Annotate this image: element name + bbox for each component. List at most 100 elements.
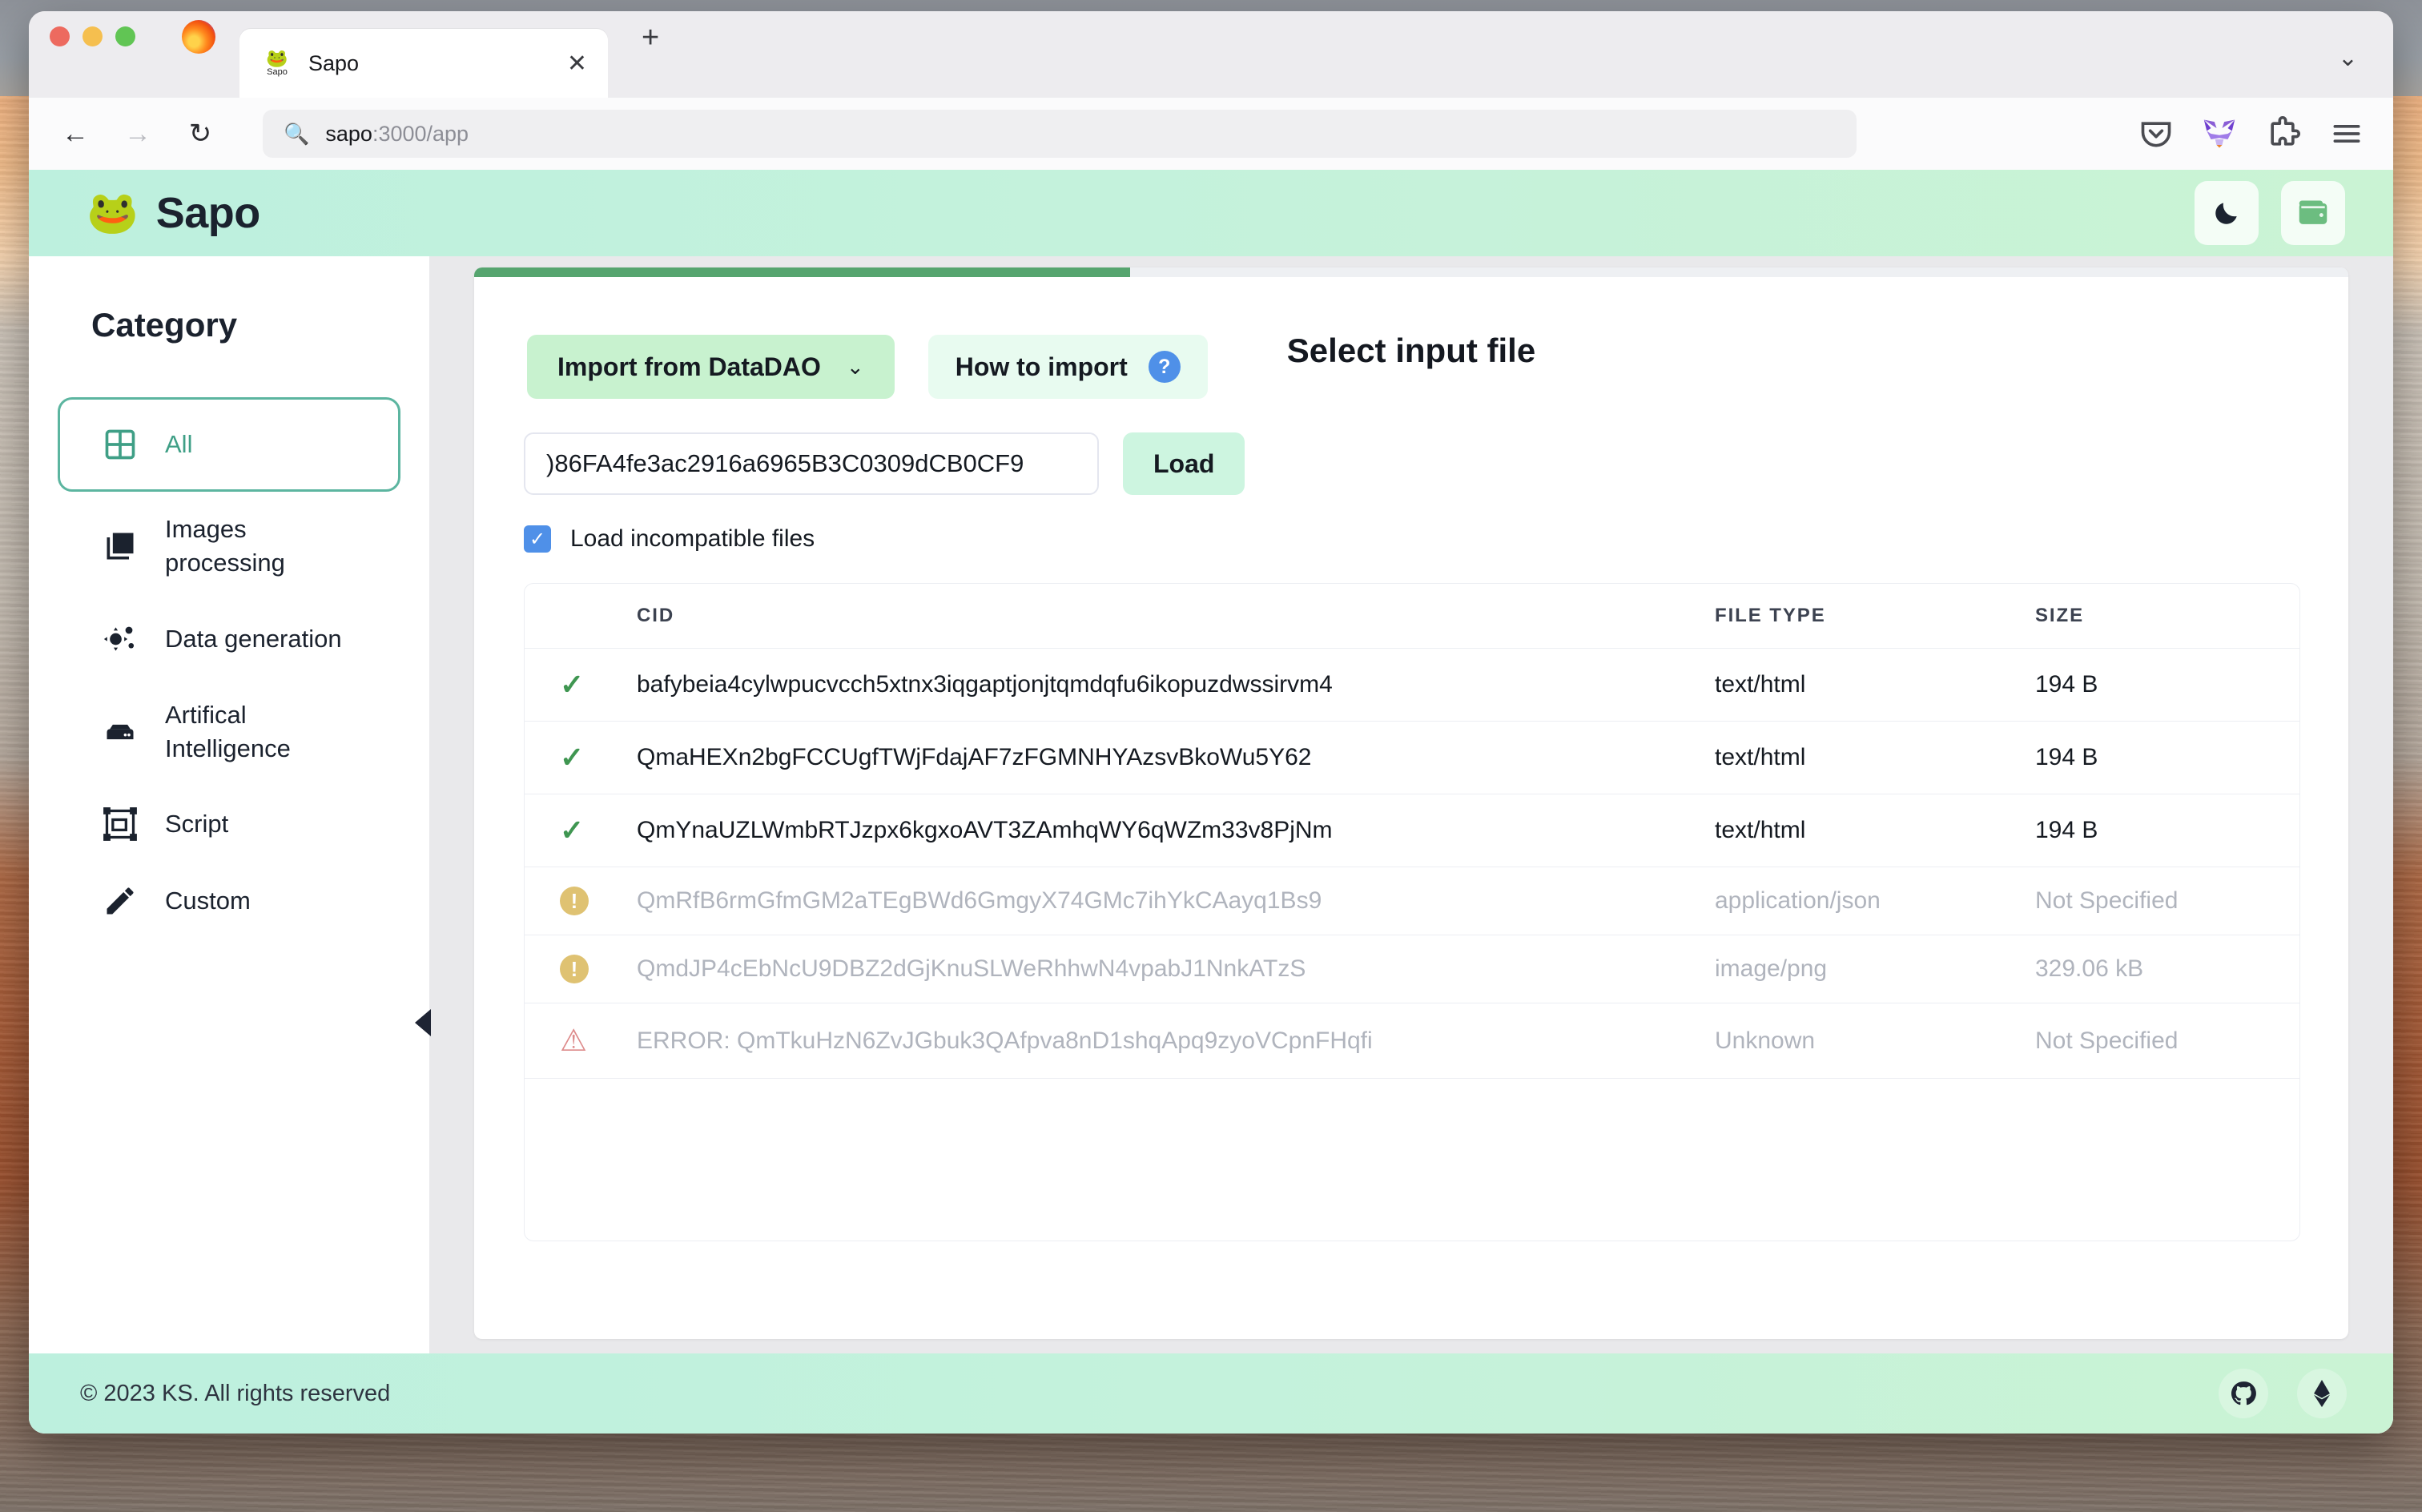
github-link[interactable] [2219,1369,2268,1418]
header-actions [2195,181,2345,245]
address-bar[interactable]: 🔍 sapo:3000/app [263,110,1857,158]
firefox-icon [182,20,215,54]
pencil-icon [103,883,138,919]
browser-tab[interactable]: 🐸 Sapo Sapo ✕ [239,29,608,98]
files-table-head: CID FILE TYPE SIZE [525,584,2299,649]
sidebar-item-custom[interactable]: Custom [58,863,400,939]
table-row[interactable]: ✓ QmaHEXn2bgFCCUgfTWjFdajAF7zFGMNHYAzsvBk… [525,721,2299,794]
maximize-window-button[interactable] [115,26,135,46]
input-file-card: Select input file Import from DataDAO ⌄ … [474,267,2348,1339]
back-icon[interactable]: ← [58,119,93,150]
browser-window: 🐸 Sapo Sapo ✕ + ⌄ ← → ↻ 🔍 sapo:3000/app [29,11,2393,1434]
status-cell: ! [525,935,637,1003]
moon-icon [2215,203,2237,224]
size-cell: 194 B [2035,794,2299,867]
gears-icon [103,621,138,657]
check-icon: ✓ [560,741,585,774]
favicon-label: Sapo [267,67,288,77]
column-status [525,584,637,649]
column-file-type: FILE TYPE [1715,584,2035,649]
app-brand[interactable]: 🐸 Sapo [86,188,260,238]
warning-icon: ! [560,887,589,915]
sidebar: Category All Images processing Data gene… [29,256,431,1353]
sidebar-item-all[interactable]: All [58,397,400,492]
size-cell: Not Specified [2035,867,2299,935]
url-host: sapo [325,121,372,146]
sidebar-item-label: Artifical Intelligence [165,700,291,762]
table-header-row: CID FILE TYPE SIZE [525,584,2299,649]
size-cell: 329.06 kB [2035,935,2299,1003]
server-icon [103,714,138,750]
import-from-datadao-button[interactable]: Import from DataDAO ⌄ [527,335,895,399]
file-type-cell: Unknown [1715,1003,2035,1079]
window-traffic-lights [50,11,135,98]
cid-cell: QmYnaUZLWmbRTJzpx6kgxoAVT3ZAmhqWY6qWZm33… [637,794,1715,867]
load-button[interactable]: Load [1123,432,1245,495]
copyright-text: © 2023 KS. All rights reserved [80,1380,391,1406]
extensions-icon[interactable] [2265,116,2300,151]
how-to-import-button[interactable]: How to import ? [927,335,1208,399]
table-row[interactable]: ✓ bafybeia4cylwpucvcch5xtnx3iqgaptjonjtqm… [525,648,2299,722]
progress-bar-fill [474,267,1130,277]
browser-toolbar-icons [2114,116,2364,151]
table-row[interactable]: ! QmdJP4cEbNcU9DBZ2dGjKnuSLWeRhhwN4vpabJ1… [525,935,2299,1003]
sidebar-list: All Images processing Data generation Ar… [29,397,429,939]
cid-cell: bafybeia4cylwpucvcch5xtnx3iqgaptjonjtqmd… [637,648,1715,722]
load-incompatible-checkbox[interactable]: ✓ [524,525,551,553]
app-footer: © 2023 KS. All rights reserved [29,1353,2393,1434]
wallet-button[interactable] [2281,181,2345,245]
reload-icon[interactable]: ↻ [183,118,218,150]
status-cell: ⚠ [525,1003,637,1079]
sidebar-item-label: Images processing [165,515,285,577]
load-incompatible-row[interactable]: ✓ Load incompatible files [474,525,2348,553]
browser-navbar: ← → ↻ 🔍 sapo:3000/app [29,98,2393,170]
cid-cell: QmdJP4cEbNcU9DBZ2dGjKnuSLWeRhhwN4vpabJ1N… [637,935,1715,1003]
files-table: CID FILE TYPE SIZE ✓ bafybeia4cylwpucvcch… [525,584,2299,1079]
cid-cell: QmaHEXn2bgFCCUgfTWjFdajAF7zFGMNHYAzsvBko… [637,721,1715,794]
sidebar-item-label: All [165,430,193,459]
ethereum-link[interactable] [2297,1369,2347,1418]
contract-address-input[interactable]: )86FA4fe3ac2916a6965B3C0309dCB0CF9 [524,432,1099,495]
sidebar-item-images-processing[interactable]: Images processing [58,492,400,601]
sidebar-item-artifical-intelligence[interactable]: Artifical Intelligence [58,678,400,786]
table-row[interactable]: ✓ QmYnaUZLWmbRTJzpx6kgxoAVT3ZAmhqWY6qWZm3… [525,794,2299,867]
new-tab-button[interactable]: + [642,21,659,89]
check-icon: ✓ [560,668,585,701]
sidebar-title: Category [91,306,238,344]
url-path: :3000/app [372,121,469,146]
size-cell: 194 B [2035,721,2299,794]
file-type-cell: image/png [1715,935,2035,1003]
warning-icon: ! [560,955,589,983]
import-button-label: Import from DataDAO [557,352,821,381]
pocket-icon[interactable] [2138,116,2174,151]
app-root: 🐸 Sapo Category All Images processing Da… [29,170,2393,1434]
menu-icon[interactable] [2329,116,2364,151]
help-icon: ? [1148,351,1181,383]
theme-toggle-button[interactable] [2195,181,2259,245]
close-tab-button[interactable]: ✕ [567,50,587,78]
table-row[interactable]: ! QmRfB6rmGfmGM2aTEgBWd6GmgyX74GMc7ihYkCA… [525,867,2299,935]
close-window-button[interactable] [50,26,70,46]
file-type-cell: text/html [1715,794,2035,867]
progress-bar [474,267,2348,277]
chevron-down-icon[interactable]: ⌄ [2338,44,2358,72]
collapse-left-icon[interactable] [415,1009,431,1036]
script-frame-icon [103,806,138,842]
column-cid: CID [637,584,1715,649]
metamask-icon[interactable] [2203,118,2236,150]
frog-silhouette-icon: 🐸 [266,48,288,68]
app-header: 🐸 Sapo [29,170,2393,256]
forward-icon[interactable]: → [120,119,155,150]
how-to-import-label: How to import [955,352,1128,381]
firefox-logo [182,11,215,98]
sidebar-item-script[interactable]: Script [58,786,400,863]
cid-cell: QmRfB6rmGfmGM2aTEgBWd6GmgyX74GMc7ihYkCAa… [637,867,1715,935]
files-table-wrapper: CID FILE TYPE SIZE ✓ bafybeia4cylwpucvcch… [524,583,2300,1241]
images-icon [103,529,138,564]
search-icon: 🔍 [284,121,310,146]
table-row[interactable]: ⚠ ERROR: QmTkuHzN6ZvJGbuk3QAfpva8nD1shqAp… [525,1003,2299,1079]
minimize-window-button[interactable] [82,26,103,46]
ethereum-icon [2314,1380,2330,1407]
sidebar-item-data-generation[interactable]: Data generation [58,601,400,678]
cid-cell: ERROR: QmTkuHzN6ZvJGbuk3QAfpva8nD1shqApq… [637,1003,1715,1079]
